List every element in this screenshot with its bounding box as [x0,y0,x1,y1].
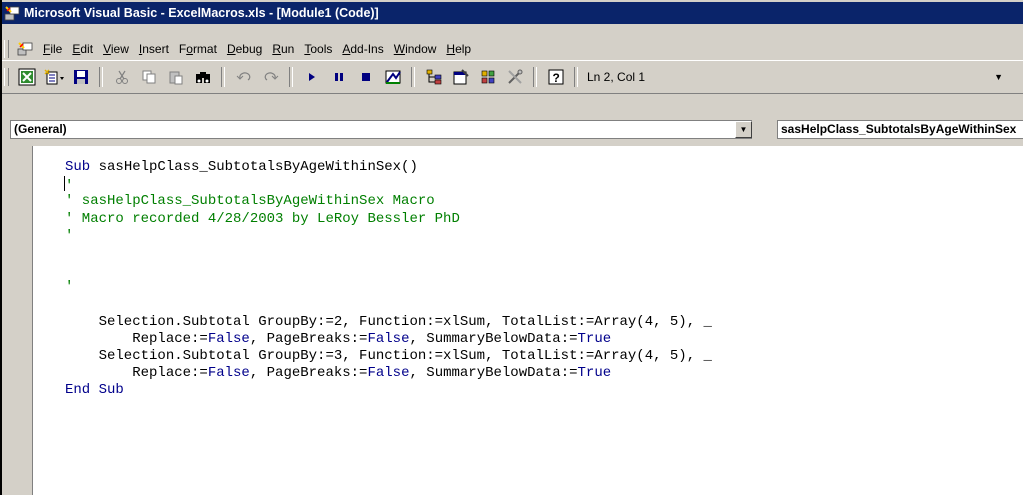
design-mode-icon[interactable] [381,66,404,88]
code-editor[interactable]: Sub sasHelpClass_SubtotalsByAgeWithinSex… [32,146,1023,495]
code-text: Selection.Subtotal GroupBy:=2, Function:… [65,313,712,330]
code-line[interactable]: Replace:=False, PageBreaks:=False, Summa… [33,331,1023,348]
code-comment: ' [65,178,74,195]
properties-icon[interactable] [449,66,472,88]
menu-item-window[interactable]: Window [389,40,442,58]
code-comment: ' [65,227,74,244]
menu-item-tools[interactable]: Tools [299,40,337,58]
code-comment: ' [65,279,74,296]
menu-item-insert[interactable]: Insert [134,40,174,58]
code-line[interactable]: Selection.Subtotal GroupBy:=3, Function:… [33,348,1023,365]
code-line[interactable]: ' Macro recorded 4/28/2003 by LeRoy Bess… [33,211,1023,228]
code-text: , PageBreaks:= [249,330,368,347]
menu-item-format[interactable]: Format [174,40,222,58]
vba-menu-icon[interactable] [13,38,36,60]
code-comment: ' Macro recorded 4/28/2003 by LeRoy Bess… [65,210,460,227]
menu-item-addins[interactable]: Add-Ins [337,40,388,58]
standard-toolbar: ? Ln 2, Col 1 ▼ [2,60,1023,94]
code-keyword: Sub [65,159,99,175]
code-text: Selection.Subtotal GroupBy:=3, Function:… [65,348,712,365]
svg-text:?: ? [552,71,559,85]
object-combo-chevron-down-icon[interactable]: ▼ [735,121,752,138]
reset-icon[interactable] [354,66,377,88]
toolbar-grip[interactable] [4,68,9,86]
menubar-grip[interactable] [4,40,9,58]
project-explorer-icon[interactable] [422,66,445,88]
menu-item-edit[interactable]: Edit [67,40,98,58]
toolbar-options-chevron-icon[interactable]: ▼ [994,72,1003,82]
code-keyword: False [367,330,410,347]
toolbar-separator [289,67,293,87]
code-keyword: False [367,365,410,382]
code-text: Replace:= [65,365,208,382]
redo-icon[interactable] [259,66,282,88]
code-line[interactable]: ' [33,176,1023,195]
toolbox-icon[interactable] [503,66,526,88]
code-text: Replace:= [65,330,208,347]
code-line[interactable]: Sub sasHelpClass_SubtotalsByAgeWithinSex… [33,159,1023,176]
code-line[interactable]: Selection.Subtotal GroupBy:=2, Function:… [33,314,1023,331]
toolbar-separator [99,67,103,87]
insert-module-icon[interactable] [42,66,65,88]
code-line[interactable]: Replace:=False, PageBreaks:=False, Summa… [33,365,1023,382]
code-line[interactable] [33,262,1023,279]
undo-icon[interactable] [232,66,255,88]
copy-icon[interactable] [137,66,160,88]
code-margin-indicator-bar[interactable] [2,146,33,495]
paste-icon[interactable] [164,66,187,88]
window-title: Microsoft Visual Basic - ExcelMacros.xls… [24,6,379,20]
code-keyword: True [577,365,612,382]
code-line[interactable]: ' sasHelpClass_SubtotalsByAgeWithinSex M… [33,193,1023,210]
menu-item-debug[interactable]: Debug [222,40,267,58]
find-icon[interactable] [191,66,214,88]
cut-icon[interactable] [110,66,133,88]
code-keyword: End Sub [65,382,124,399]
menu-item-file[interactable]: File [38,40,67,58]
menu-bar: File Edit View Insert Format Debug Run Tools Add… [2,38,1023,60]
code-keyword: False [207,330,250,347]
cursor-position: Ln 2, Col 1 [587,70,646,84]
code-text: , PageBreaks:= [249,365,368,382]
toolbar-separator [411,67,415,87]
code-keyword: False [207,365,250,382]
code-comment: ' sasHelpClass_SubtotalsByAgeWithinSex M… [65,193,435,210]
code-line[interactable] [33,245,1023,262]
title-bar[interactable]: Microsoft Visual Basic - ExcelMacros.xls… [2,2,1023,24]
code-text: , SummaryBelowData:= [409,330,578,347]
code-text: sasHelpClass_SubtotalsByAgeWithinSex() [98,159,418,175]
run-icon[interactable] [300,66,323,88]
object-combo[interactable]: (General) [10,120,752,139]
menu-item-run[interactable]: Run [267,40,299,58]
toolbar-separator [533,67,537,87]
code-window-combobar: (General) ▼ sasHelpClass_SubtotalsByAgeW… [2,116,1023,142]
excel-icon[interactable] [15,66,38,88]
code-line[interactable]: End Sub [33,382,1023,399]
save-icon[interactable] [69,66,92,88]
menu-item-view[interactable]: View [98,40,134,58]
object-browser-icon[interactable] [476,66,499,88]
code-keyword: True [577,330,612,347]
code-line[interactable] [33,297,1023,314]
break-icon[interactable] [327,66,350,88]
menu-item-help[interactable]: Help [441,40,476,58]
code-text: , SummaryBelowData:= [409,365,578,382]
help-icon[interactable]: ? [544,66,567,88]
code-line[interactable]: ' [33,279,1023,296]
toolbar-separator [221,67,225,87]
toolbar-separator [574,67,578,87]
vba-app-icon [4,5,20,21]
code-line[interactable]: ' [33,228,1023,245]
procedure-combo[interactable]: sasHelpClass_SubtotalsByAgeWithinSex [777,120,1023,139]
